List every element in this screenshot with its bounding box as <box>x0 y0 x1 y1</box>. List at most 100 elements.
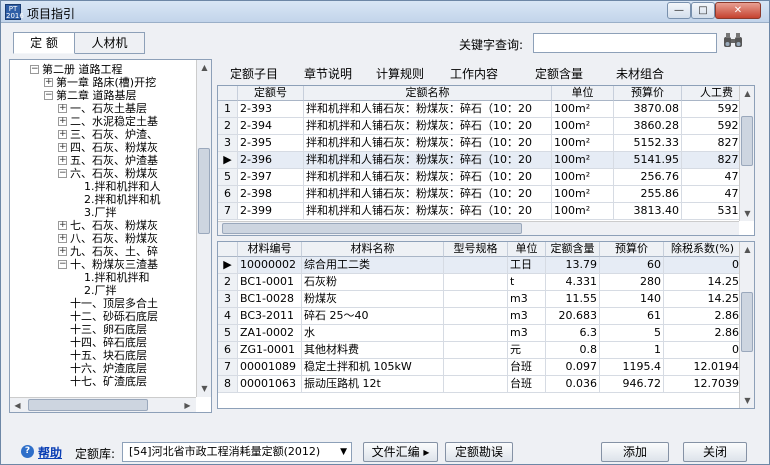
close-window-button[interactable]: ✕ <box>715 2 761 19</box>
tab-unpriced-combo[interactable]: 未材组合 <box>604 64 676 84</box>
column-header[interactable]: 定额名称 <box>304 86 552 101</box>
tree-vertical-scrollbar[interactable]: ▲ ▼ <box>196 60 211 397</box>
column-header[interactable]: 型号规格 <box>444 242 508 257</box>
tree-node[interactable]: 2.拌和机拌和机 <box>84 193 196 206</box>
tree-node[interactable]: 十二、砂砾石底层 <box>70 310 196 323</box>
tree-node[interactable]: 七、石灰、粉煤灰 <box>70 219 196 232</box>
binoculars-icon-svg <box>724 33 742 47</box>
tree-node[interactable]: 十一、顶层多合土 <box>70 297 196 310</box>
tree-expander-icon[interactable]: + <box>58 117 67 126</box>
table-cell: 6.3 <box>546 325 600 342</box>
tree-node[interactable]: 五、石灰、炉渣基 <box>70 154 196 167</box>
tree-scroll-thumb[interactable] <box>198 148 210 234</box>
keyword-search-input[interactable] <box>533 33 717 53</box>
tree-node[interactable]: 第二章 道路基层 <box>56 89 196 102</box>
tree-expander-icon[interactable]: − <box>44 91 53 100</box>
column-header[interactable]: 预算价 <box>600 242 664 257</box>
scroll-down-arrow-icon[interactable]: ▼ <box>740 393 754 408</box>
library-select[interactable]: [54]河北省市政工程消耗量定额(2012) ▼ <box>122 442 352 462</box>
tree-node[interactable]: 十六、炉渣底层 <box>70 362 196 375</box>
file-compilation-button[interactable]: 文件汇编 ▸ <box>363 442 438 462</box>
quota-errata-button[interactable]: 定额勘误 <box>445 442 513 462</box>
tree-node[interactable]: 四、石灰、粉煤灰 <box>70 141 196 154</box>
tree-horizontal-scrollbar[interactable]: ◀ ▶ <box>10 397 196 412</box>
tree-node[interactable]: 三、石灰、炉渣、 <box>70 128 196 141</box>
keyword-search-label: 关键字查询: <box>459 38 524 52</box>
tree-node[interactable]: 二、水泥稳定土基 <box>70 115 196 128</box>
close-button[interactable]: 关闭 <box>683 442 747 462</box>
material-grid-scroll-thumb[interactable] <box>741 292 753 352</box>
tree-expander-icon[interactable]: + <box>58 234 67 243</box>
help-icon[interactable]: ? <box>21 445 34 458</box>
tree-expander-icon[interactable]: + <box>58 143 67 152</box>
tab-calc-rules[interactable]: 计算规则 <box>368 64 432 84</box>
tree-node[interactable]: 十五、块石底层 <box>70 349 196 362</box>
tree-expander-icon[interactable]: + <box>58 221 67 230</box>
tree-expander-icon[interactable]: + <box>58 156 67 165</box>
tree-expander-icon[interactable]: + <box>58 247 67 256</box>
tree-hscroll-thumb[interactable] <box>28 399 148 411</box>
scroll-up-arrow-icon[interactable]: ▲ <box>197 60 211 75</box>
tree-expander-icon[interactable]: − <box>58 260 67 269</box>
tree-node[interactable]: 十四、碎石底层 <box>70 336 196 349</box>
add-button[interactable]: 添加 <box>601 442 669 462</box>
tree-node[interactable]: 1.拌和机拌和人 <box>84 180 196 193</box>
tree-node[interactable]: 八、石灰、粉煤灰 <box>70 232 196 245</box>
column-header[interactable]: 单位 <box>508 242 546 257</box>
tab-chapter-notes[interactable]: 章节说明 <box>296 64 360 84</box>
scroll-down-arrow-icon[interactable]: ▼ <box>197 381 211 396</box>
tree-node[interactable]: 十七、矿渣底层 <box>70 375 196 388</box>
scroll-up-arrow-icon[interactable]: ▲ <box>740 86 754 101</box>
tree-expander-icon[interactable]: + <box>58 130 67 139</box>
table-cell <box>444 274 508 291</box>
tree-node[interactable]: 第一章 路床(槽)开挖 <box>56 76 196 89</box>
tab-labor-material-machine[interactable]: 人材机 <box>75 32 145 54</box>
minimize-button[interactable]: — <box>667 2 691 19</box>
tree-node[interactable]: 2.厂拌 <box>84 284 196 297</box>
tab-quota[interactable]: 定 额 <box>13 32 75 54</box>
tree-node[interactable]: 3.厂拌 <box>84 206 196 219</box>
quota-grid-vscroll[interactable]: ▲ ▼ <box>739 86 754 221</box>
tree-node[interactable]: 第二册 道路工程 <box>42 63 196 76</box>
binoculars-icon[interactable] <box>721 32 745 54</box>
row-number: 2 <box>218 118 238 135</box>
tree-node[interactable]: 一、石灰土基层 <box>70 102 196 115</box>
row-number: 7 <box>218 359 238 376</box>
tree-expander-icon[interactable]: + <box>58 104 67 113</box>
column-header[interactable] <box>218 86 238 101</box>
quota-items-grid[interactable]: 定额号 定额名称 单位 预算价 人工费 1 2-393 拌和机拌和人铺石灰：粉煤灰：碎石（1… <box>217 85 755 236</box>
scroll-right-arrow-icon[interactable]: ▶ <box>180 398 195 412</box>
column-header[interactable]: 材料编号 <box>238 242 302 257</box>
tree-node[interactable]: 1.拌和机拌和 <box>84 271 196 284</box>
scroll-up-arrow-icon[interactable]: ▲ <box>740 242 754 257</box>
tree-expander-icon[interactable]: + <box>44 78 53 87</box>
tree-node[interactable]: 六、石灰、粉煤灰 <box>70 167 196 180</box>
tree-expander-icon[interactable]: − <box>58 169 67 178</box>
tab-quota-content[interactable]: 定额含量 <box>519 64 599 84</box>
material-grid-vscroll[interactable]: ▲ ▼ <box>739 242 754 408</box>
tab-quota-items[interactable]: 定额子目 <box>218 64 290 84</box>
restore-button[interactable]: □ <box>691 2 715 19</box>
tree-node[interactable]: 十三、卵石底层 <box>70 323 196 336</box>
column-header[interactable]: 预算价 <box>614 86 682 101</box>
column-header[interactable]: 单位 <box>552 86 614 101</box>
material-content-grid[interactable]: 材料编号 材料名称 型号规格 单位 定额含量 预算价 除税系数(%) ▶ 10000002 综合… <box>217 241 755 409</box>
column-header[interactable] <box>218 242 238 257</box>
column-header[interactable]: 定额号 <box>238 86 304 101</box>
column-header[interactable]: 除税系数(%) <box>664 242 742 257</box>
help-link[interactable]: 帮助 <box>38 444 62 461</box>
table-cell: 1 <box>600 342 664 359</box>
quota-grid-hscroll-thumb[interactable] <box>222 223 522 234</box>
tab-work-content[interactable]: 工作内容 <box>442 64 506 84</box>
tree-node[interactable]: 十、粉煤灰三渣基 <box>70 258 196 271</box>
scroll-left-arrow-icon[interactable]: ◀ <box>10 398 25 412</box>
column-header[interactable]: 材料名称 <box>302 242 444 257</box>
quota-grid-scroll-thumb[interactable] <box>741 116 753 166</box>
tree-node[interactable]: 九、石灰、土、碎 <box>70 245 196 258</box>
quota-grid-hscroll[interactable] <box>218 221 739 235</box>
column-header[interactable]: 定额含量 <box>546 242 600 257</box>
table-cell: 0 <box>664 342 742 359</box>
scroll-down-arrow-icon[interactable]: ▼ <box>740 206 754 221</box>
chapter-tree[interactable]: − 第二册 道路工程 + 第一章 路床(槽)开挖 − 第二章 道路基层 + 一、石灰土基层 + 二… <box>9 59 212 413</box>
tree-expander-icon[interactable]: − <box>30 65 39 74</box>
